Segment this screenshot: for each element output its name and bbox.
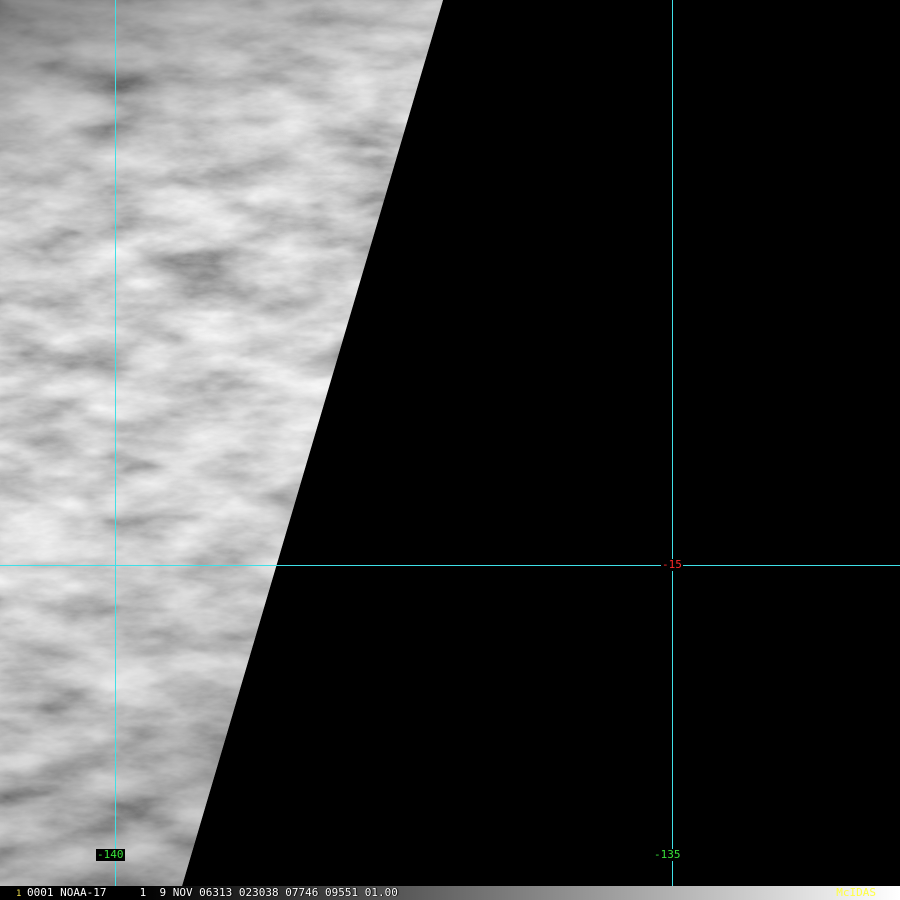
frame-info: 1 0001 NOAA-17 1 9 NOV 06313 023038 0774… [0, 886, 398, 900]
longitude-label-135: -135 [653, 848, 682, 861]
longitude-gridline-140 [115, 0, 116, 886]
satellite-image-viewport: -140 -135 -15 [0, 0, 900, 900]
latitude-label-15: -15 [661, 558, 683, 571]
longitude-gridline-135 [672, 0, 673, 886]
image-metadata-line: 0001 NOAA-17 1 9 NOV 06313 023038 07746 … [27, 886, 398, 899]
frame-number: 1 [16, 889, 22, 899]
latitude-gridline-15 [0, 565, 900, 566]
infrared-cloud-imagery [0, 0, 900, 900]
status-bar: 1 0001 NOAA-17 1 9 NOV 06313 023038 0774… [0, 886, 900, 900]
mcidas-label: McIDAS [836, 886, 876, 899]
longitude-label-140: -140 [96, 848, 125, 861]
